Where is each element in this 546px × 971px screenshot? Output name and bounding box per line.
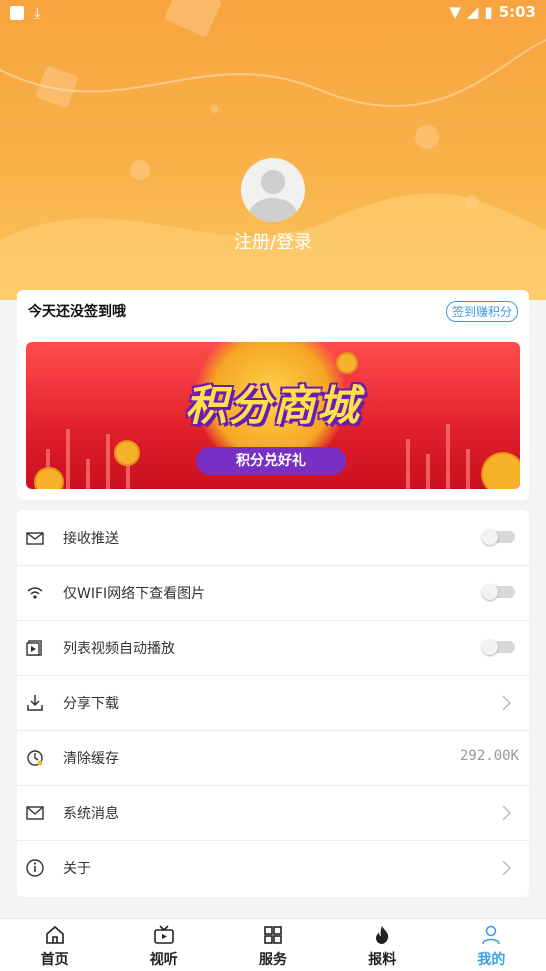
cache-size-value: 292.00K [459, 748, 519, 764]
header-wave-decoration [0, 39, 546, 300]
setting-label: 关于 [63, 861, 91, 877]
banner-subtitle: 积分兑好礼 [196, 447, 346, 475]
chevron-right-icon [502, 695, 512, 711]
envelope-tray-icon [26, 532, 44, 545]
setting-label: 列表视频自动播放 [63, 641, 175, 657]
coin-icon [336, 352, 358, 374]
status-time: 5:03 [498, 3, 536, 21]
setting-clear-cache[interactable]: 清除缓存 292.00K [17, 730, 529, 786]
download-icon [27, 695, 43, 711]
setting-label: 接收推送 [63, 531, 119, 547]
notification-square-icon [10, 6, 24, 20]
avatar[interactable] [241, 158, 305, 222]
setting-about[interactable]: 关于 [17, 840, 529, 895]
profile-header: ⤓ ▼ ◢ ▮ 5:03 注册/登录 [0, 0, 546, 300]
chevron-right-icon [502, 860, 512, 876]
download-notification-icon: ⤓ [34, 4, 41, 22]
nav-label: 服务 [259, 952, 287, 968]
setting-label: 系统消息 [63, 806, 119, 822]
chevron-right-icon [502, 805, 512, 821]
login-register-link[interactable]: 注册/登录 [0, 228, 546, 254]
settings-list: 接收推送 仅WIFI网络下查看图片 列表视频自动播放 分享下载 清除缓存 292… [17, 510, 529, 897]
yuan-coin-icon [481, 452, 520, 489]
setting-label: 仅WIFI网络下查看图片 [63, 586, 206, 602]
bottom-navigation: 首页 视听 服务 报料 我的 [0, 918, 546, 971]
setting-wifi-only-images[interactable]: 仅WIFI网络下查看图片 [17, 565, 529, 621]
banner-title: 积分商城 [184, 381, 361, 430]
grid-icon [264, 926, 282, 944]
nav-label: 报料 [368, 952, 397, 968]
mail-icon [26, 806, 44, 820]
nav-report[interactable]: 报料 [328, 919, 437, 971]
receive-push-toggle[interactable] [482, 529, 515, 545]
clear-cache-icon [27, 750, 43, 766]
setting-share-download[interactable]: 分享下载 [17, 675, 529, 731]
flame-icon [376, 926, 389, 944]
setting-label: 清除缓存 [63, 751, 119, 767]
nav-media[interactable]: 视听 [109, 919, 218, 971]
info-icon [26, 859, 44, 877]
setting-system-messages[interactable]: 系统消息 [17, 785, 529, 841]
setting-receive-push[interactable]: 接收推送 [17, 510, 529, 566]
coin-icon [114, 440, 140, 466]
nav-label: 我的 [477, 952, 506, 968]
home-icon [45, 925, 64, 944]
battery-icon: ▮ [484, 3, 493, 21]
video-play-icon [26, 640, 42, 656]
setting-autoplay-video[interactable]: 列表视频自动播放 [17, 620, 529, 676]
sign-in-status-text: 今天还没签到哦 [28, 304, 126, 320]
nav-services[interactable]: 服务 [218, 919, 327, 971]
status-bar: ⤓ ▼ ◢ ▮ 5:03 [0, 0, 546, 24]
tv-icon [153, 925, 174, 944]
autoplay-video-toggle[interactable] [482, 639, 515, 655]
wifi-only-images-toggle[interactable] [482, 584, 515, 600]
wifi-status-icon: ▼ [449, 3, 461, 21]
points-mall-banner[interactable]: 积分商城 积分兑好礼 [26, 342, 520, 489]
coin-icon [34, 467, 64, 489]
nav-label: 首页 [40, 952, 69, 968]
sign-in-card: 今天还没签到哦 签到赚积分 积分商城 积分兑好礼 [17, 290, 529, 500]
sign-in-earn-points-button[interactable]: 签到赚积分 [445, 301, 518, 322]
signal-icon: ◢ [466, 3, 479, 21]
nav-mine[interactable]: 我的 [437, 919, 546, 971]
setting-label: 分享下载 [63, 696, 119, 712]
user-icon [482, 925, 501, 945]
nav-label: 视听 [149, 952, 178, 968]
nav-home[interactable]: 首页 [0, 919, 109, 971]
wifi-icon [27, 587, 43, 599]
